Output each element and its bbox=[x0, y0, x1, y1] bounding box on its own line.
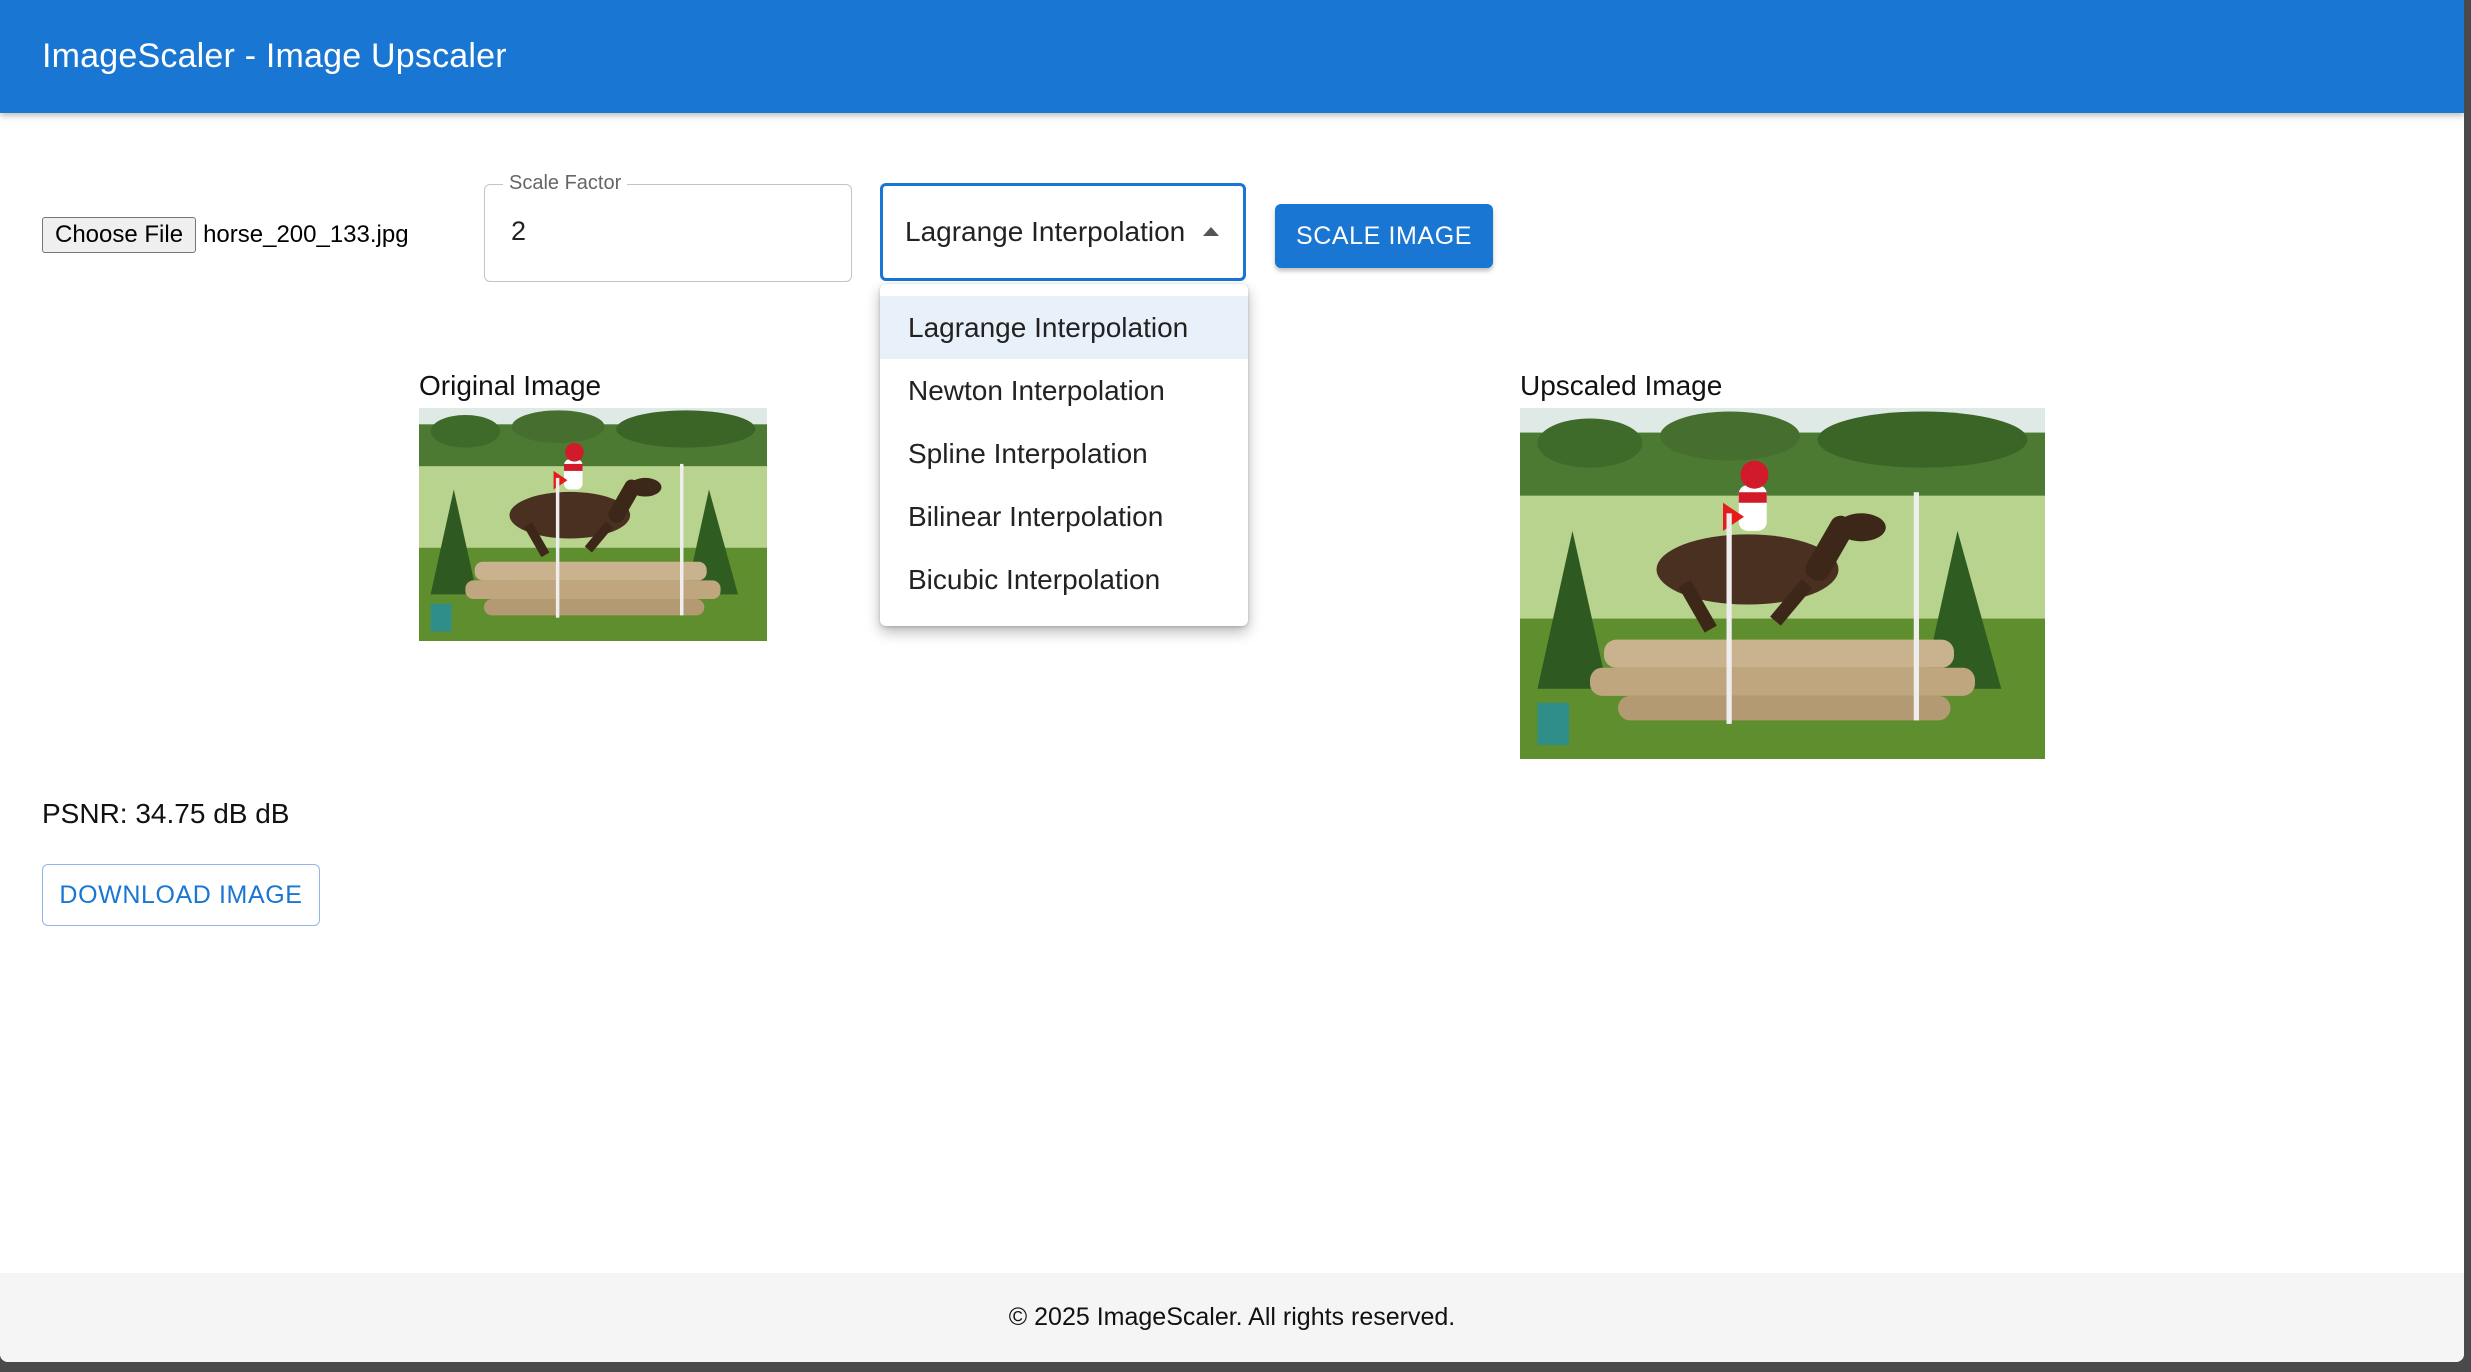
interpolation-method-menu: Lagrange Interpolation Newton Interpolat… bbox=[880, 284, 1248, 626]
menu-option-bicubic[interactable]: Bicubic Interpolation bbox=[880, 548, 1248, 611]
app-bar: ImageScaler - Image Upscaler bbox=[0, 0, 2464, 113]
choose-file-button[interactable]: Choose File bbox=[42, 217, 197, 253]
horse-jump-photo bbox=[419, 408, 767, 641]
menu-option-bilinear[interactable]: Bilinear Interpolation bbox=[880, 485, 1248, 548]
menu-option-newton[interactable]: Newton Interpolation bbox=[880, 359, 1248, 422]
caret-up-icon bbox=[1203, 227, 1219, 236]
interpolation-method-select[interactable]: Lagrange Interpolation bbox=[880, 183, 1246, 281]
scale-factor-label: Scale Factor bbox=[503, 172, 628, 195]
original-image-caption: Original Image bbox=[419, 370, 602, 401]
upscaled-image bbox=[1520, 408, 2045, 759]
download-image-button[interactable]: DOWNLOAD IMAGE bbox=[42, 864, 320, 926]
scale-factor-field[interactable]: Scale Factor bbox=[484, 172, 852, 282]
horse-jump-photo-upscaled bbox=[1520, 408, 2045, 759]
psnr-value: PSNR: 34.75 dB dB bbox=[42, 798, 290, 829]
app-window: ImageScaler - Image Upscaler Choose File… bbox=[0, 0, 2464, 1362]
upscaled-image-caption: Upscaled Image bbox=[1520, 370, 1723, 401]
original-image bbox=[419, 408, 767, 641]
menu-option-spline[interactable]: Spline Interpolation bbox=[880, 422, 1248, 485]
selected-file-name: horse_200_133.jpg bbox=[203, 221, 409, 248]
scale-factor-input[interactable] bbox=[509, 215, 813, 248]
footer: © 2025 ImageScaler. All rights reserved. bbox=[0, 1273, 2464, 1362]
app-title: ImageScaler - Image Upscaler bbox=[42, 37, 507, 75]
selected-method-value: Lagrange Interpolation bbox=[905, 216, 1186, 247]
menu-option-lagrange[interactable]: Lagrange Interpolation bbox=[880, 296, 1248, 359]
file-chooser: Choose File horse_200_133.jpg bbox=[42, 216, 409, 254]
footer-copyright: © 2025 ImageScaler. All rights reserved. bbox=[1008, 1303, 1456, 1331]
scale-image-button[interactable]: SCALE IMAGE bbox=[1275, 204, 1493, 268]
